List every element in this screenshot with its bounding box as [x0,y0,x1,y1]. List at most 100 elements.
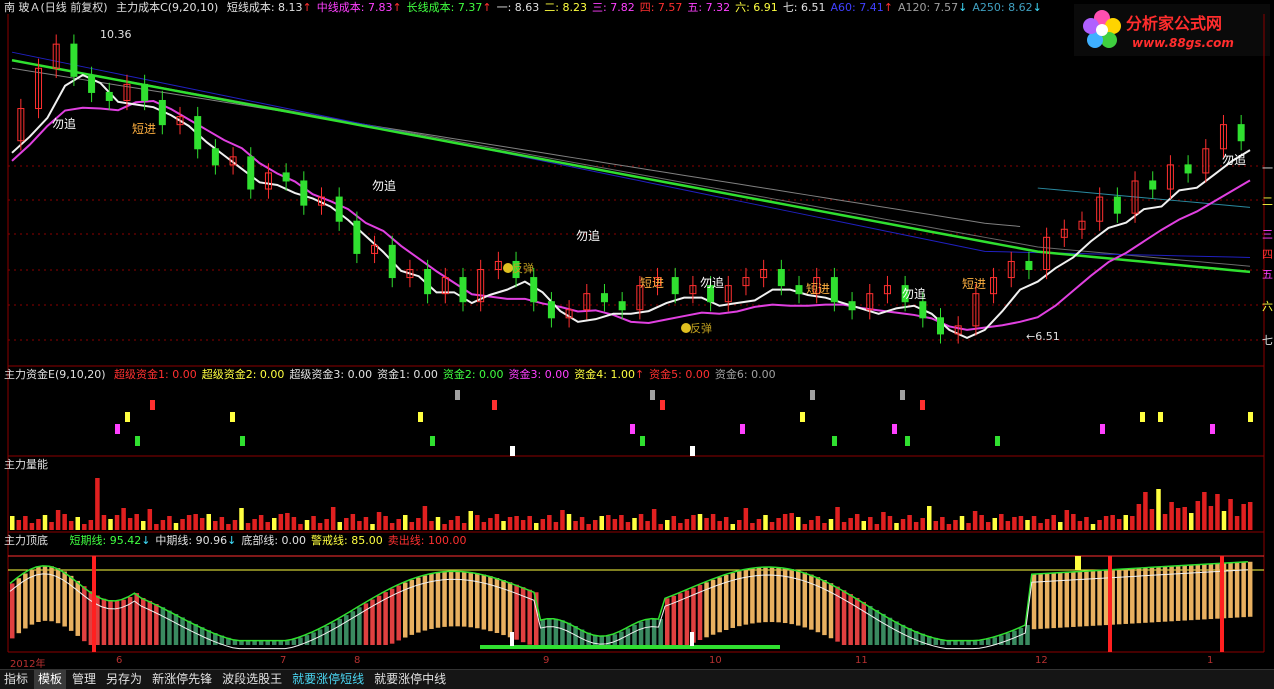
volume-bar-5 [42,515,48,530]
fund-block-16 [740,424,745,434]
fund-block-8 [455,390,460,400]
sell-signal-bar-2 [1220,556,1224,652]
volume-bar-116 [769,522,775,530]
volume-bar-72 [481,522,487,530]
tab-2[interactable]: 管理 [68,670,100,689]
volume-bar-151 [999,514,1004,530]
fund-value-6: 资金4: 1.00↑ [574,368,645,381]
volume-bar-133 [881,512,886,530]
topbottom-value-0: 短期线: 95.42↓ [69,534,151,547]
volume-bar-145 [959,516,965,530]
osc-bar-85 [566,622,572,645]
tab-6[interactable]: 就要涨停短线 [288,670,368,689]
osc-bar-48 [324,626,329,645]
sell-signal-bar-1 [1108,556,1112,652]
tab-0[interactable]: 指标 [0,670,32,689]
volume-bar-147 [972,511,978,530]
candle-body-3 [70,43,78,77]
fund-value-8: 资金6: 0.00 [714,368,776,381]
osc-bar-128 [848,594,853,645]
osc-bar-59 [396,585,401,641]
date-tick-1: 6 [116,655,123,666]
bottom-mark-1 [690,632,694,646]
volume-bar-175 [1156,489,1161,530]
volume-bar-95 [632,518,637,530]
volume-bar-41 [278,514,284,530]
candle-body-18 [335,196,343,222]
osc-bar-94 [625,628,631,645]
osc-bar-132 [874,609,880,645]
volume-bar-31 [213,521,218,530]
osc-bar-135 [894,621,899,645]
volume-bar-153 [1012,517,1017,530]
volume-bar-137 [907,515,912,530]
indicator-tabbar: 指标 模板 管理 另存为 新涨停先锋 波段选股王 就要涨停短线 就要涨停中线 [0,669,1274,689]
volume-bar-189 [1247,502,1253,530]
volume-bar-7 [55,510,61,530]
volume-bar-174 [1149,509,1155,530]
fund-block-3 [150,400,155,410]
tab-5[interactable]: 波段选股王 [218,670,286,689]
volume-bar-75 [501,521,506,530]
volume-bar-82 [547,515,552,530]
volume-bar-112 [743,508,749,530]
fund-pane-title: 主力资金E(9,10,20) [4,368,106,381]
volume-bar-56 [376,512,382,530]
tab-7[interactable]: 就要涨停中线 [370,670,450,689]
volume-bar-46 [311,516,316,530]
volume-bar-67 [448,520,454,530]
volume-bar-106 [704,518,709,530]
volume-bar-0 [10,516,15,530]
volume-bar-68 [455,516,460,530]
tab-1[interactable]: 模板 [34,670,67,689]
fund-block-10 [510,446,515,456]
volume-bar-83 [553,522,559,530]
osc-bar-83 [553,618,559,645]
volume-bar-2 [23,516,28,530]
candle-body-11 [211,148,219,166]
fund-block-1 [125,412,130,422]
tab-3[interactable]: 另存为 [102,670,146,689]
volume-bar-101 [671,516,677,530]
candle-body-13 [247,156,255,190]
volume-bar-48 [324,519,329,530]
fund-block-27 [1158,412,1163,422]
fund-block-2 [135,436,140,446]
volume-bar-84 [560,510,565,530]
topbottom-pane-title: 主力顶底 [4,534,48,547]
volume-bar-122 [809,520,814,530]
volume-bar-130 [861,521,866,530]
volume-bar-188 [1241,504,1246,530]
osc-bar-134 [887,617,893,645]
volume-bar-23 [160,520,166,530]
bottom-zone-bar [480,645,780,649]
volume-bar-114 [756,519,762,530]
date-tick-8: 1 [1207,655,1214,666]
volume-bar-58 [389,523,395,530]
warning-mark-0 [1075,556,1081,570]
volume-pane-header: 主力量能 [4,458,53,472]
osc-bar-152 [1005,633,1011,645]
volume-bar-167 [1103,516,1109,530]
volume-bar-102 [678,523,683,530]
level-label-1: 一 [1262,162,1273,175]
candle-body-47 [848,301,856,311]
osc-bar-50 [337,618,342,645]
osc-bar-92 [612,634,618,645]
fund-block-19 [832,436,837,446]
osc-bar-84 [560,620,565,645]
signal-label-8: 短进 [962,277,986,291]
fund-block-20 [892,424,897,434]
sell-signal-bar-0 [92,556,96,652]
volume-bar-11 [82,524,87,530]
volume-bar-173 [1143,492,1148,530]
volume-bar-16 [114,515,120,530]
volume-bar-91 [606,515,611,530]
fund-block-28 [1210,424,1215,434]
signal-label-5: 勿追 [700,275,724,290]
volume-bar-141 [933,521,939,530]
fund-block-21 [900,390,905,400]
tab-4[interactable]: 新涨停先锋 [148,670,216,689]
volume-bar-49 [330,507,336,530]
osc-bar-14 [101,598,107,645]
